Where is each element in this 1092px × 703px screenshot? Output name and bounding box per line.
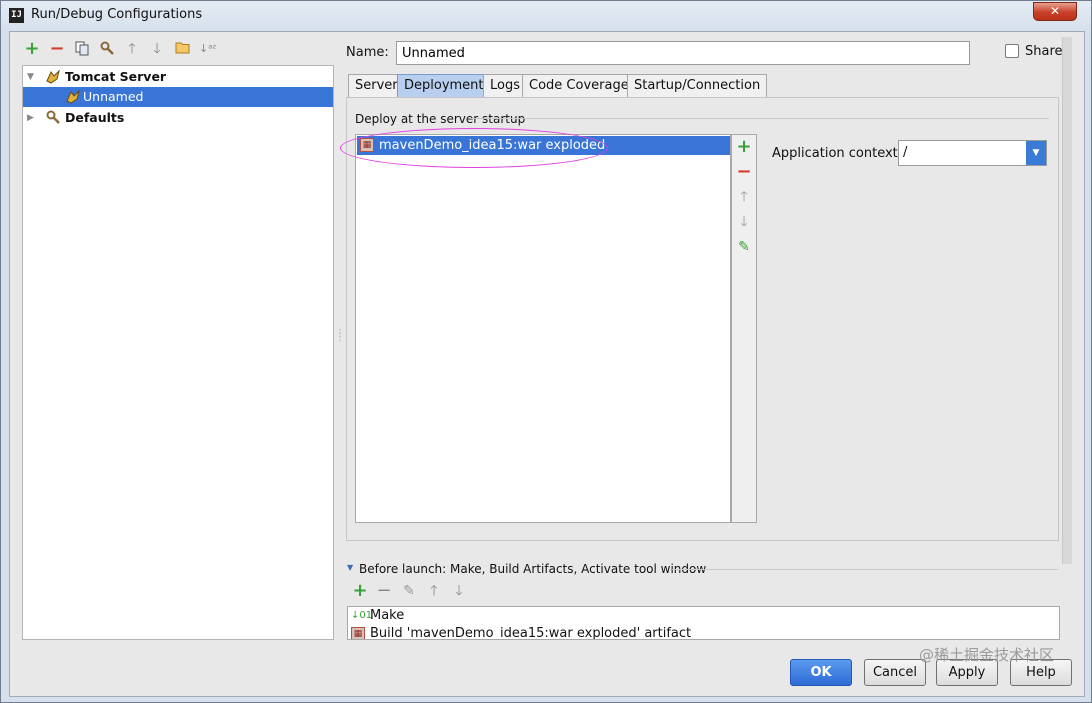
arrow-down-icon[interactable]: 🡓 <box>451 583 467 599</box>
add-icon[interactable]: + <box>352 582 368 600</box>
list-item[interactable]: ▦ Build 'mavenDemo_idea15:war exploded' … <box>348 625 1059 640</box>
list-item-label: Build 'mavenDemo_idea15:war exploded' ar… <box>370 626 692 640</box>
collapse-arrow-icon[interactable]: ▶ <box>27 108 34 128</box>
tomcat-icon <box>45 69 61 85</box>
configuration-tree[interactable]: ▼ Tomcat Server Unnamed ▶ Defaults <box>22 65 334 640</box>
make-icon: ↓01 <box>351 610 373 621</box>
arrow-down-icon[interactable]: 🡓 <box>736 214 752 230</box>
folder-icon[interactable] <box>174 41 190 57</box>
window-close-button[interactable]: ✕ <box>1033 2 1077 21</box>
dialog-body: + − 🡑 🡓 ↓ᵃᶻ ▼ Tomcat Server Unnamed ▶ De… <box>9 31 1085 697</box>
remove-icon[interactable]: − <box>736 163 752 181</box>
intellij-app-icon: IJ <box>9 8 24 23</box>
artifact-icon: ▦ <box>351 627 365 639</box>
sort-icon[interactable]: ↓ᵃᶻ <box>199 41 217 57</box>
arrow-up-icon[interactable]: 🡑 <box>124 41 140 57</box>
title-bar: IJ Run/Debug Configurations ✕ <box>1 1 1091 31</box>
collapse-triangle-icon[interactable]: ▼ <box>347 563 353 572</box>
application-context-label: Application context: <box>772 146 903 161</box>
copy-icon[interactable] <box>74 41 90 57</box>
arrow-up-icon[interactable]: 🡑 <box>736 189 752 205</box>
run-debug-configurations-window: IJ Run/Debug Configurations ✕ + − 🡑 🡓 ↓ᵃ… <box>0 0 1092 703</box>
application-context-combo[interactable]: / ▼ <box>898 140 1047 166</box>
wrench-icon[interactable] <box>99 41 115 57</box>
tomcat-icon <box>65 89 81 105</box>
highlight-ellipse <box>340 128 608 168</box>
tab-code-coverage[interactable]: Code Coverage <box>522 74 636 97</box>
tree-item-label: Defaults <box>65 110 125 125</box>
tab-deployment[interactable]: Deployment <box>397 74 491 97</box>
arrow-down-icon[interactable]: 🡓 <box>149 41 165 57</box>
share-checkbox[interactable] <box>1005 44 1019 58</box>
cancel-button[interactable]: Cancel <box>864 659 926 686</box>
chevron-down-icon[interactable]: ▼ <box>1026 141 1046 165</box>
splitter-handle[interactable]: ⋮ ⋮ <box>335 329 345 343</box>
tree-item-unnamed[interactable]: Unnamed <box>23 87 333 107</box>
list-item-label: Make <box>370 608 405 623</box>
tab-startup-connection[interactable]: Startup/Connection <box>627 74 768 97</box>
application-context-value: / <box>903 145 908 160</box>
vertical-scrollbar[interactable] <box>1062 37 1072 564</box>
section-divider <box>672 569 1058 570</box>
add-icon[interactable]: + <box>736 138 752 156</box>
name-label: Name: <box>346 45 389 60</box>
expand-arrow-icon[interactable]: ▼ <box>27 67 34 87</box>
tab-logs[interactable]: Logs <box>483 74 527 97</box>
tree-item-tomcat-server[interactable]: ▼ Tomcat Server <box>23 67 333 87</box>
tree-item-defaults[interactable]: ▶ Defaults <box>23 108 333 128</box>
add-icon[interactable]: + <box>24 40 40 58</box>
remove-icon[interactable]: − <box>49 40 65 58</box>
tree-item-label: Unnamed <box>83 89 144 104</box>
deploy-section-title: Deploy at the server startup <box>355 112 526 126</box>
remove-icon[interactable]: − <box>376 582 392 600</box>
window-title: Run/Debug Configurations <box>31 7 203 22</box>
before-launch-toolbar: + − ✎ 🡑 🡓 <box>350 582 490 603</box>
section-divider <box>470 118 1049 119</box>
edit-icon[interactable]: ✎ <box>736 239 752 255</box>
watermark: @稀土掘金技术社区 <box>919 646 1055 664</box>
wrench-icon <box>45 110 61 126</box>
deploy-artifact-list[interactable]: ▦ mavenDemo_idea15:war exploded <box>355 134 731 523</box>
before-launch-title: Before launch: Make, Build Artifacts, Ac… <box>359 562 707 576</box>
list-item[interactable]: ↓01 Make <box>348 607 1059 625</box>
share-label: Share <box>1025 44 1063 59</box>
deploy-side-toolbar: + − 🡑 🡓 ✎ <box>731 134 757 523</box>
ok-button[interactable]: OK <box>790 659 852 686</box>
tree-item-label: Tomcat Server <box>65 69 167 84</box>
name-input[interactable] <box>396 41 970 65</box>
arrow-up-icon[interactable]: 🡑 <box>426 583 442 599</box>
before-launch-list[interactable]: ↓01 Make ▦ Build 'mavenDemo_idea15:war e… <box>347 606 1060 640</box>
edit-icon[interactable]: ✎ <box>401 583 417 599</box>
